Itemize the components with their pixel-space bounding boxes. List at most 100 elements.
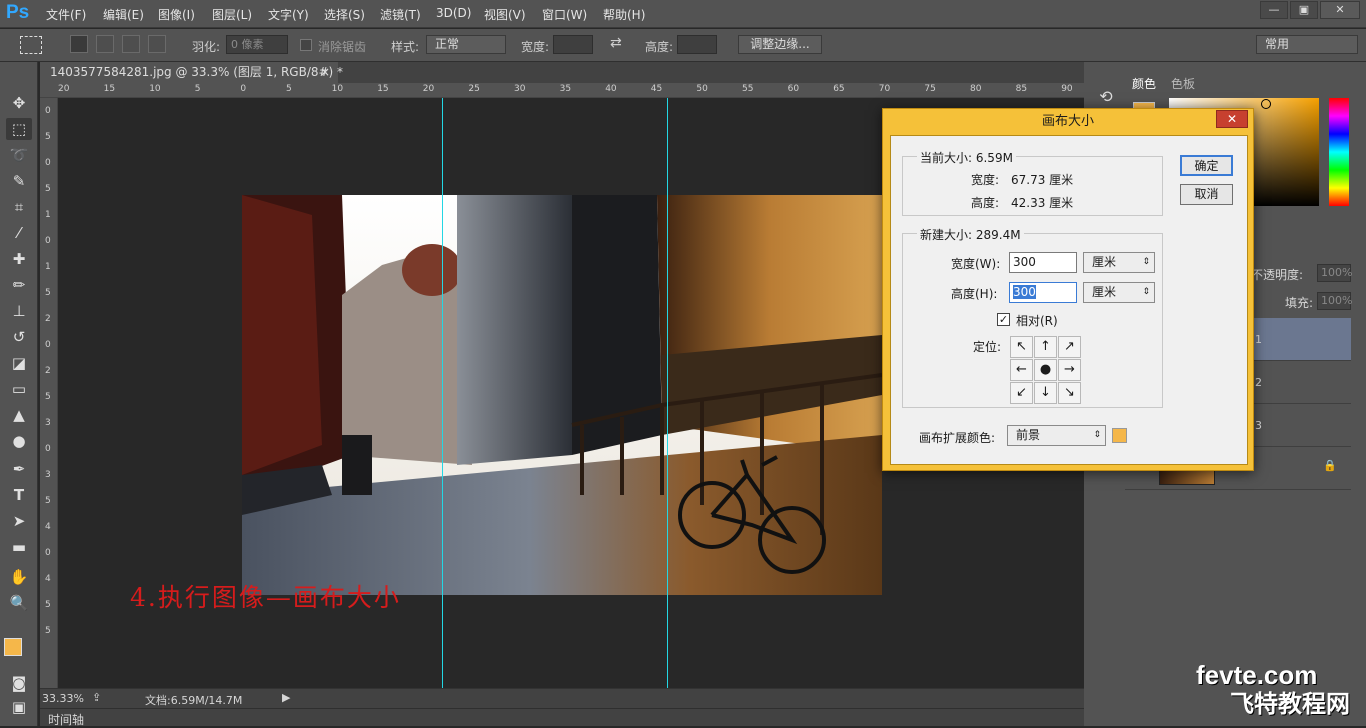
menu-select[interactable]: 选择(S) bbox=[324, 6, 365, 23]
healing-brush-tool-icon[interactable]: ✚ bbox=[6, 248, 32, 270]
antialias-checkbox[interactable] bbox=[300, 39, 312, 51]
timeline-tab[interactable]: 时间轴 bbox=[48, 711, 84, 728]
minimize-button[interactable]: — bbox=[1260, 1, 1288, 19]
menu-window[interactable]: 窗口(W) bbox=[542, 6, 587, 23]
menu-edit[interactable]: 编辑(E) bbox=[103, 6, 144, 23]
menu-image[interactable]: 图像(I) bbox=[158, 6, 195, 23]
refine-edge-button[interactable]: 调整边缘... bbox=[738, 35, 822, 54]
close-window-button[interactable]: ✕ bbox=[1320, 1, 1360, 19]
shape-tool-icon[interactable]: ▬ bbox=[6, 536, 32, 558]
ruler-v-label: 0 bbox=[45, 548, 51, 558]
vertical-ruler[interactable]: 050510152025303540455 bbox=[40, 98, 58, 688]
move-tool-icon[interactable]: ✥ bbox=[6, 92, 32, 114]
anchor-right-icon[interactable]: → bbox=[1058, 359, 1081, 381]
screen-mode-icon[interactable]: ▣ bbox=[6, 696, 32, 718]
timeline-panel: 时间轴 bbox=[40, 708, 1084, 728]
pen-tool-icon[interactable]: ✒ bbox=[6, 458, 32, 480]
crop-tool-icon[interactable]: ⌗ bbox=[6, 196, 32, 218]
status-menu-arrow-icon[interactable]: ▶ bbox=[282, 691, 290, 704]
ruler-h-label: 15 bbox=[377, 84, 389, 94]
anchor-top-left-icon[interactable]: ↖ bbox=[1010, 336, 1033, 358]
workspace-select[interactable]: 常用 bbox=[1256, 35, 1358, 54]
ruler-h-label: 5 bbox=[286, 84, 292, 94]
clone-stamp-tool-icon[interactable]: ⊥ bbox=[6, 300, 32, 322]
zoom-level[interactable]: 33.33% bbox=[42, 692, 84, 705]
lasso-tool-icon[interactable]: ➰ bbox=[6, 144, 32, 166]
eyedropper-tool-icon[interactable]: ⁄ bbox=[6, 222, 32, 244]
guide-line-left[interactable] bbox=[442, 98, 443, 688]
anchor-center-icon[interactable]: ● bbox=[1034, 359, 1057, 381]
new-height-input[interactable]: 300 bbox=[1009, 282, 1077, 303]
layer-name: 3 bbox=[1255, 419, 1262, 432]
subtract-selection-icon[interactable] bbox=[122, 35, 140, 53]
guide-line-right[interactable] bbox=[667, 98, 668, 688]
relative-checkbox[interactable]: ✓ bbox=[997, 313, 1010, 326]
new-selection-icon[interactable] bbox=[70, 35, 88, 53]
marquee-tool-icon[interactable]: ⬚ bbox=[6, 118, 32, 140]
document-tab[interactable]: 1403577584281.jpg @ 33.3% (图层 1, RGB/8#)… bbox=[40, 62, 343, 83]
quick-mask-icon[interactable]: ◙ bbox=[6, 672, 32, 694]
foreground-color-swatch[interactable] bbox=[4, 638, 22, 656]
anchor-bottom-icon[interactable]: ↓ bbox=[1034, 382, 1057, 404]
canvas-size-dialog: 画布大小 ✕ 当前大小: 6.59M 宽度: 67.73 厘米 高度: 42.3… bbox=[882, 108, 1254, 471]
history-brush-tool-icon[interactable]: ↺ bbox=[6, 326, 32, 348]
relative-label[interactable]: 相对(R) bbox=[1016, 312, 1058, 329]
horizontal-ruler[interactable]: 20 15 10 5 0 5 10 15 20 25 30 35 40 45 50 55 60 65 70 75 80 8… bbox=[40, 83, 1118, 98]
anchor-top-icon[interactable]: ↑ bbox=[1034, 336, 1057, 358]
ruler-v-label: 5 bbox=[45, 626, 51, 636]
add-selection-icon[interactable] bbox=[96, 35, 114, 53]
dialog-close-button[interactable]: ✕ bbox=[1216, 110, 1248, 128]
ok-button[interactable]: 确定 bbox=[1180, 155, 1233, 176]
share-icon[interactable]: ⇪ bbox=[92, 691, 101, 704]
new-height-label: 高度(H): bbox=[951, 287, 998, 301]
menu-help[interactable]: 帮助(H) bbox=[603, 6, 645, 23]
document-tab-close-icon[interactable]: × bbox=[320, 62, 330, 83]
new-width-input[interactable]: 300 bbox=[1009, 252, 1077, 273]
blur-tool-icon[interactable]: ▲ bbox=[6, 404, 32, 426]
restore-button[interactable]: ▣ bbox=[1290, 1, 1318, 19]
gradient-tool-icon[interactable]: ▭ bbox=[6, 378, 32, 400]
ruler-v-label: 0 bbox=[45, 158, 51, 168]
zoom-tool-icon[interactable]: 🔍 bbox=[6, 592, 32, 614]
quick-select-tool-icon[interactable]: ✎ bbox=[6, 170, 32, 192]
dodge-tool-icon[interactable]: ● bbox=[6, 430, 32, 452]
marquee-tool-preset-icon[interactable] bbox=[20, 36, 42, 54]
new-width-unit-select[interactable]: 厘米 ⇕ bbox=[1083, 252, 1155, 273]
menu-3d[interactable]: 3D(D) bbox=[436, 6, 471, 20]
new-size-group: 新建大小: 289.4M 宽度(W): 300 厘米 ⇕ 高度(H): 300 厘… bbox=[902, 226, 1163, 408]
hue-slider[interactable] bbox=[1329, 98, 1349, 206]
menu-view[interactable]: 视图(V) bbox=[484, 6, 526, 23]
photoshop-logo: Ps bbox=[6, 2, 30, 23]
new-height-unit-select[interactable]: 厘米 ⇕ bbox=[1083, 282, 1155, 303]
anchor-bottom-left-icon[interactable]: ↙ bbox=[1010, 382, 1033, 404]
width-input[interactable] bbox=[553, 35, 593, 54]
opacity-input[interactable]: 100% bbox=[1317, 264, 1352, 282]
intersect-selection-icon[interactable] bbox=[148, 35, 166, 53]
annotation-text: 4.执行图像—画布大小 bbox=[130, 583, 401, 612]
menu-layer[interactable]: 图层(L) bbox=[212, 6, 252, 23]
swap-icon[interactable]: ⇄ bbox=[610, 35, 622, 51]
style-select[interactable]: 正常 bbox=[426, 35, 506, 54]
hand-tool-icon[interactable]: ✋ bbox=[6, 566, 32, 588]
path-select-tool-icon[interactable]: ➤ bbox=[6, 510, 32, 532]
fill-label: 填充: bbox=[1285, 296, 1314, 310]
cancel-button[interactable]: 取消 bbox=[1180, 184, 1233, 205]
ext-color-swatch[interactable] bbox=[1112, 428, 1127, 443]
anchor-bottom-right-icon[interactable]: ↘ bbox=[1058, 382, 1081, 404]
color-tab[interactable]: 颜色 bbox=[1132, 75, 1156, 92]
ext-color-select[interactable]: 前景 ⇕ bbox=[1007, 425, 1106, 446]
menu-file[interactable]: 文件(F) bbox=[46, 6, 86, 23]
feather-input[interactable]: 0 像素 bbox=[226, 35, 288, 54]
ruler-v-label: 0 bbox=[45, 444, 51, 454]
fill-input[interactable]: 100% bbox=[1317, 292, 1352, 310]
menu-type[interactable]: 文字(Y) bbox=[268, 6, 309, 23]
current-size-group: 当前大小: 6.59M 宽度: 67.73 厘米 高度: 42.33 厘米 bbox=[902, 149, 1163, 216]
menu-filter[interactable]: 滤镜(T) bbox=[380, 6, 421, 23]
height-input[interactable] bbox=[677, 35, 717, 54]
eraser-tool-icon[interactable]: ◪ bbox=[6, 352, 32, 374]
type-tool-icon[interactable]: T bbox=[6, 484, 32, 506]
brush-tool-icon[interactable]: ✏ bbox=[6, 274, 32, 296]
swatches-tab[interactable]: 色板 bbox=[1171, 75, 1195, 92]
anchor-top-right-icon[interactable]: ↗ bbox=[1058, 336, 1081, 358]
anchor-left-icon[interactable]: ← bbox=[1010, 359, 1033, 381]
